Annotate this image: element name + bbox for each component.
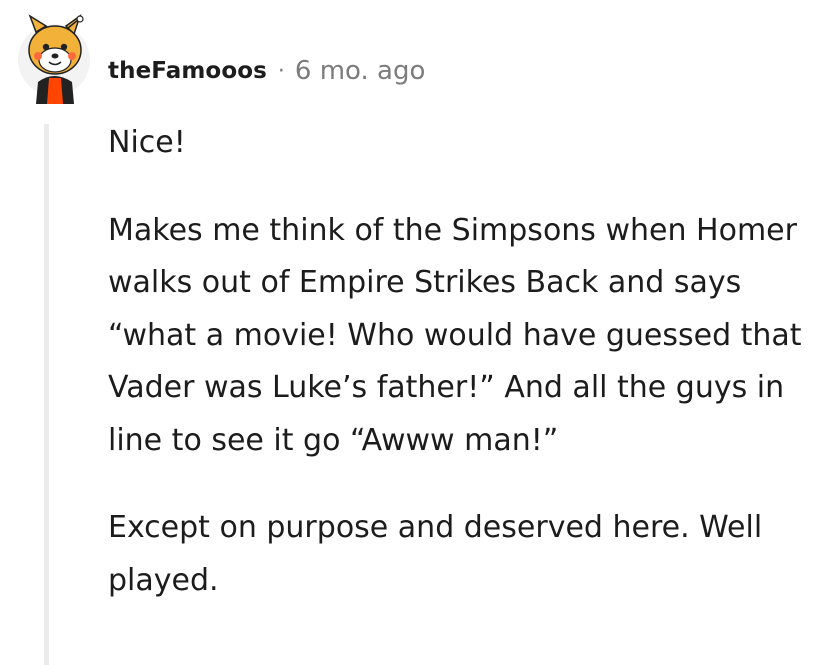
comment-meta: theFamooos · 6 mo. ago [108, 54, 425, 88]
meta-separator: · [277, 58, 285, 84]
snoo-doge-avatar-icon [18, 14, 90, 104]
thread-collapse-line[interactable] [44, 124, 49, 665]
user-avatar[interactable] [16, 12, 98, 104]
comment-paragraph: Except on purpose and deserved here. Wel… [108, 510, 763, 598]
comment-paragraph: Makes me think of the Simpsons when Home… [108, 212, 802, 458]
comment: theFamooos · 6 mo. ago Nice! Makes me th… [0, 0, 821, 665]
comment-body: Nice! Makes me think of the Simpsons whe… [108, 117, 808, 607]
comment-paragraph: Nice! [108, 125, 186, 160]
comment-timestamp[interactable]: 6 mo. ago [295, 56, 425, 86]
author-username[interactable]: theFamooos [108, 58, 267, 84]
